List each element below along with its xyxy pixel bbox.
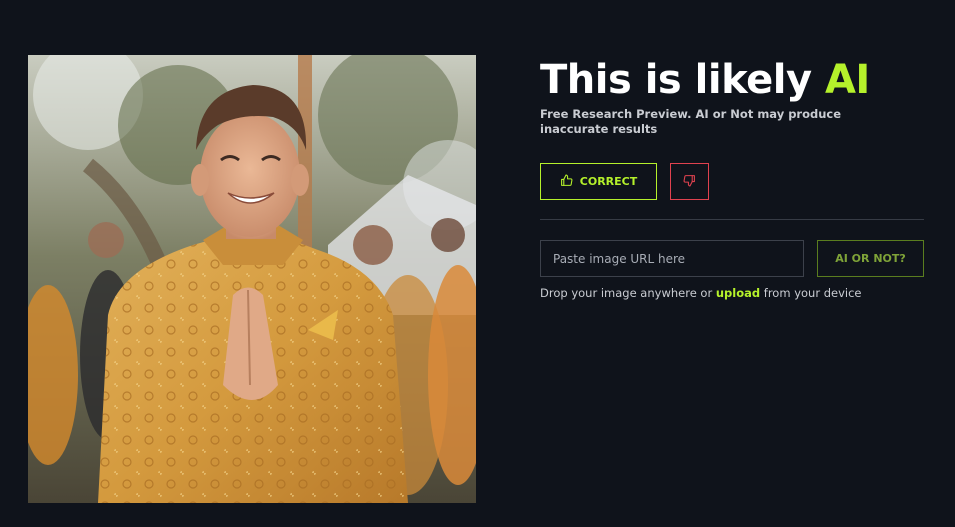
incorrect-button[interactable] xyxy=(670,163,709,200)
thumbs-up-icon xyxy=(560,174,573,190)
upload-link[interactable]: upload xyxy=(716,286,760,300)
verdict-label: AI xyxy=(824,57,870,103)
drop-text-suffix: from your device xyxy=(760,286,862,300)
result-panel: This is likely AI Free Research Preview.… xyxy=(540,55,924,300)
divider xyxy=(540,219,924,220)
thumbs-down-icon xyxy=(683,174,696,190)
feedback-buttons: CORRECT xyxy=(540,163,924,200)
correct-button[interactable]: CORRECT xyxy=(540,163,657,200)
drop-instructions: Drop your image anywhere or upload from … xyxy=(540,286,924,300)
url-check-row: AI OR NOT? xyxy=(540,240,924,277)
correct-button-label: CORRECT xyxy=(579,175,638,188)
verdict-heading: This is likely AI xyxy=(540,55,924,105)
ai-or-not-button[interactable]: AI OR NOT? xyxy=(817,240,924,277)
image-url-input[interactable] xyxy=(540,240,804,277)
drop-text-prefix: Drop your image anywhere or xyxy=(540,286,716,300)
analyzed-image xyxy=(28,55,476,503)
verdict-prefix: This is likely xyxy=(540,57,825,103)
disclaimer-text: Free Research Preview. AI or Not may pro… xyxy=(540,107,842,136)
page: This is likely AI Free Research Preview.… xyxy=(0,0,955,527)
